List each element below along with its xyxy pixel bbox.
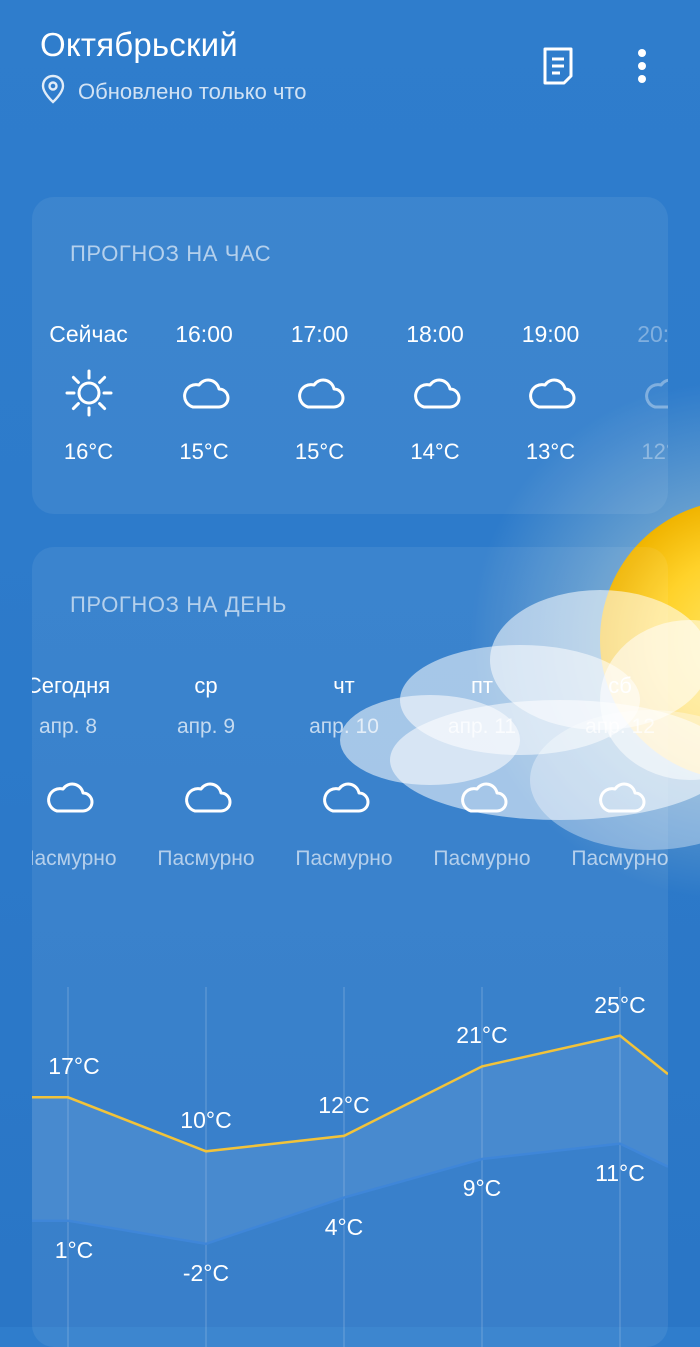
- hour-time: 17:00: [290, 321, 349, 347]
- more-vertical-icon: [638, 49, 646, 83]
- hour-temperature: 15°C: [294, 439, 345, 464]
- hour-time: 20:00: [637, 321, 668, 347]
- hourly-title: ПРОГНОЗ НА ЧАС: [70, 241, 272, 266]
- high-temperature-label: 17°C: [48, 1053, 100, 1080]
- low-temperature-label: 1°C: [54, 1236, 94, 1263]
- update-status: Обновлено только что: [40, 74, 306, 109]
- hour-time: 16:00: [175, 321, 233, 347]
- hour-temperature: 13°C: [525, 439, 576, 464]
- high-temperature-label: 25°C: [594, 991, 646, 1018]
- high-temperature-label: 12°C: [318, 1091, 370, 1118]
- cloud-icon: [179, 373, 231, 425]
- hour-temperature: 16°C: [63, 439, 114, 464]
- hourly-forecast-card[interactable]: ПРОГНОЗ НА ЧАС Сейчас 16°C 16:00 15°C 17:00 1…: [32, 197, 668, 514]
- news-button[interactable]: [536, 44, 580, 88]
- hour-time: 18:00: [406, 321, 464, 347]
- hour-time: 19:00: [521, 321, 580, 347]
- hour-temperature: 14°C: [410, 439, 460, 464]
- hour-temperature: 15°C: [179, 439, 229, 464]
- cloud-icon: [525, 373, 577, 425]
- high-temperature-label: 10°C: [180, 1107, 232, 1134]
- city-name[interactable]: Октябрьский: [40, 26, 238, 64]
- cloud-icon: [294, 373, 346, 425]
- document-icon: [543, 47, 573, 85]
- low-temperature-label: -2°C: [182, 1259, 230, 1286]
- cloud-icon: [641, 373, 668, 425]
- low-temperature-label: 11°C: [595, 1159, 645, 1186]
- daily-forecast-card[interactable]: ПРОГНОЗ НА ДЕНЬ Сегодняапр. 8Пасмурносра…: [32, 547, 668, 1347]
- low-temperature-label: 9°C: [462, 1175, 502, 1201]
- location-pin-icon: [40, 74, 66, 109]
- cloud-icon: [410, 373, 462, 425]
- more-options-button[interactable]: [620, 44, 664, 88]
- app-header: Октябрьский Обновлено только что: [40, 26, 700, 106]
- hour-temperature: 12°C: [641, 439, 668, 464]
- hour-time: Сейчас: [49, 321, 128, 347]
- updated-text: Обновлено только что: [78, 78, 307, 104]
- low-temperature-label: 4°C: [324, 1213, 364, 1240]
- sun-icon: [63, 367, 115, 419]
- high-temperature-label: 21°C: [456, 1022, 508, 1049]
